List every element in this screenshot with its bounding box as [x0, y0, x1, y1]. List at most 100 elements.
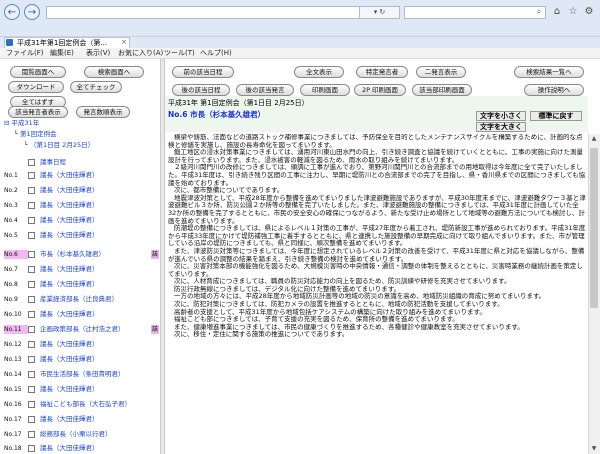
menu-help[interactable]: ヘルプ(H) — [200, 48, 232, 58]
agenda-checkbox[interactable] — [28, 159, 35, 166]
specific-speaker-button[interactable]: 特定発言者 — [356, 66, 408, 78]
row-checkbox[interactable] — [28, 311, 35, 318]
speaker-link[interactable]: 議長（大田佳輝君） — [40, 186, 99, 195]
search-screen-button[interactable]: 検索画面へ — [84, 66, 144, 78]
browser-tab[interactable]: 平成31年第1回定例会（第... — [4, 37, 130, 48]
row-checkbox[interactable] — [28, 416, 35, 423]
speaker-link[interactable]: 議長（大田佳輝君） — [40, 265, 99, 274]
speaker-link[interactable]: 議長（大田佳輝君） — [40, 216, 99, 225]
address-bar-controls[interactable]: ▾ ↻ — [360, 6, 400, 19]
speaker-link[interactable]: 市民生活部長（条田貴明君） — [40, 370, 125, 379]
row-checkbox[interactable] — [28, 232, 35, 239]
download-button[interactable]: ダウンロード — [8, 81, 64, 93]
menu-tools[interactable]: ツール(T) — [164, 48, 195, 58]
row-checkbox[interactable] — [28, 217, 35, 224]
menu-favorites[interactable]: お気に入り(A) — [118, 48, 163, 58]
tree-date[interactable]: └ （第1日目 2月25日） — [24, 141, 94, 150]
menu-edit[interactable]: 編集(E) — [50, 48, 74, 58]
two-speech-button[interactable]: 二発言表示 — [416, 66, 466, 78]
row-checkbox[interactable] — [28, 172, 35, 179]
speaker-link[interactable]: 産業経済部長（辻良典君） — [40, 295, 118, 304]
speaker-link[interactable]: 議長（大田佳輝君） — [40, 310, 99, 319]
row-number: No.7 — [4, 266, 18, 273]
speech-count-button[interactable]: 発言数順表示 — [76, 106, 130, 118]
speaker-link[interactable]: 議長（大田佳輝君） — [40, 444, 99, 453]
paragraph: ２級河川関門川の改修につきましては、順調に工事が進んでおり、第野河川関門川との合… — [168, 163, 586, 187]
row-checkbox[interactable] — [28, 326, 35, 333]
speaker-link[interactable]: 議長（大田佳輝君） — [40, 280, 99, 289]
row-number: No.13 — [4, 356, 22, 363]
browser-search-input[interactable] — [404, 6, 546, 19]
speaker-list-button[interactable]: 該当発言者表示 — [8, 106, 68, 118]
row-checkbox[interactable] — [28, 187, 35, 194]
speaker-link[interactable]: 議長（大田佳輝君） — [40, 201, 99, 210]
scrollbar-thumb[interactable] — [590, 148, 598, 308]
prev-agenda-button[interactable]: 前の該当日程 — [172, 66, 234, 78]
row-checkbox[interactable] — [28, 431, 35, 438]
tree-session[interactable]: └ 第1回定例会 — [14, 130, 57, 139]
font-smaller-button[interactable]: 文字を小さく — [476, 111, 526, 121]
next-speech-button[interactable]: 後の該当発言 — [236, 84, 294, 96]
close-icon[interactable]: × — [121, 37, 127, 48]
row-checkbox[interactable] — [28, 251, 35, 258]
page-favicon-icon — [6, 39, 13, 46]
row-number: No.8 — [4, 281, 18, 288]
row-checkbox[interactable] — [28, 202, 35, 209]
check-all-button[interactable]: 全てチェック — [70, 81, 122, 93]
row-checkbox[interactable] — [28, 371, 35, 378]
speaker-link[interactable]: 議長（大田佳輝君） — [40, 355, 99, 364]
address-bar[interactable] — [46, 6, 360, 19]
star-icon[interactable]: ☆ — [566, 5, 580, 19]
font-larger-button[interactable]: 文字を大きく — [476, 122, 526, 132]
speaker-link[interactable]: 総務部長（小栗以行君） — [40, 430, 112, 439]
scroll-down-icon[interactable]: ▼ — [588, 444, 600, 454]
full-text-button[interactable]: 全文表示 — [294, 66, 344, 78]
results-list-button[interactable]: 検索結果一覧へ — [514, 66, 584, 78]
row-checkbox[interactable] — [28, 445, 35, 452]
back-arrow-icon[interactable]: ← — [4, 4, 20, 20]
paragraph: 次に、災害対策本部の機能強化を図るため、大規模災害時の中央情報・通信・調整の体制… — [168, 262, 583, 278]
gear-icon[interactable]: ⚙ — [582, 5, 596, 19]
tree-year[interactable]: ⊟ 平成31年 — [4, 119, 39, 128]
row-number: No.1 — [4, 172, 18, 179]
scroll-up-icon[interactable]: ▲ — [588, 134, 600, 144]
speaker-link[interactable]: 議長（大田佳輝君） — [40, 231, 99, 240]
row-number-highlighted: No.6 — [4, 250, 28, 259]
menu-file[interactable]: ファイル(F) — [6, 48, 44, 58]
print-2p-button[interactable]: 2P 印刷画面 — [354, 84, 406, 96]
row-number-highlighted: No.11 — [4, 325, 28, 334]
agenda-link[interactable]: 議事日程 — [40, 158, 66, 167]
row-checkbox[interactable] — [28, 266, 35, 273]
search-icon[interactable]: ⌕ — [533, 6, 545, 18]
speaker-link[interactable]: 企画政策部長（辻村浩之君） — [40, 325, 125, 334]
row-checkbox[interactable] — [28, 401, 35, 408]
row-checkbox[interactable] — [28, 296, 35, 303]
row-number: No.3 — [4, 202, 18, 209]
tree-expand-icon[interactable]: ⊟ — [4, 119, 12, 127]
row-checkbox[interactable] — [28, 281, 35, 288]
home-icon[interactable]: ⌂ — [550, 5, 564, 19]
speaker-link-current[interactable]: 市長（杉本基久雄君） — [40, 250, 105, 259]
row-checkbox[interactable] — [28, 386, 35, 393]
row-number: No.12 — [4, 341, 22, 348]
row-number: No.17 — [4, 431, 22, 438]
speaker-link[interactable]: 議長（大田佳輝君） — [40, 385, 99, 394]
help-button[interactable]: 操作説明へ — [524, 84, 584, 96]
paragraph: 次に、移住・定住に関する施策の推進についてであります。 — [174, 330, 349, 339]
menu-view[interactable]: 表示(V) — [86, 48, 110, 58]
row-checkbox[interactable] — [28, 341, 35, 348]
speaker-link[interactable]: 議長（大田佳輝君） — [40, 171, 99, 180]
print-selected-button[interactable]: 該当部印刷画面 — [412, 84, 472, 96]
speaker-link[interactable]: 議長（大田佳輝君） — [40, 340, 99, 349]
speaker-link[interactable]: 福祉こども部長（大石弘子君） — [40, 400, 131, 409]
row-number: No.10 — [4, 311, 22, 318]
match-tag: 該 — [151, 325, 159, 334]
row-checkbox[interactable] — [28, 356, 35, 363]
next-agenda-button[interactable]: 後の該当日程 — [172, 84, 230, 96]
print-button[interactable]: 印刷画面 — [300, 84, 350, 96]
font-standard-button[interactable]: 標準に戻す — [530, 111, 582, 121]
speaker-link[interactable]: 議長（大田佳輝君） — [40, 415, 99, 424]
paragraph: 地震津波対策として、平成28年度から整備を進めてまいりました津波避難施設でありま… — [168, 193, 586, 225]
forward-arrow-icon[interactable]: → — [24, 4, 40, 20]
toc-button[interactable]: 閲覧画面へ — [10, 66, 66, 78]
